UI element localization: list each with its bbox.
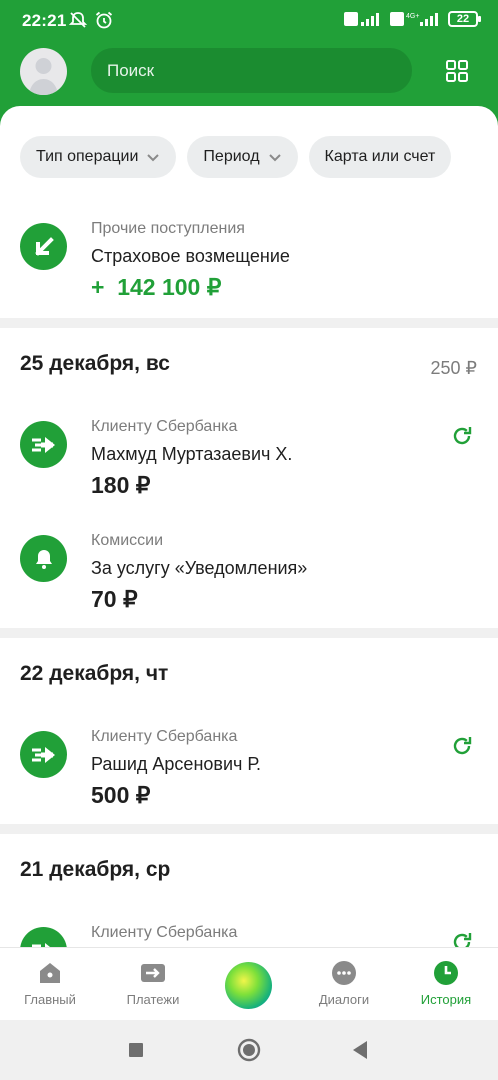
filter-chips: Тип операции Период Карта или счет [20, 136, 452, 178]
grid-menu-icon[interactable] [445, 59, 469, 83]
operation-name: Махмуд Муртазаевич Х. [91, 444, 293, 464]
battery-icon: 22 [448, 11, 481, 27]
operation-category: Клиенту Сбербанка [91, 728, 238, 745]
filter-card-or-account[interactable]: Карта или счет [308, 136, 452, 178]
home-icon [40, 963, 60, 983]
incoming-arrow-icon [20, 223, 67, 270]
operation-row-insurance[interactable]: Прочие поступления Страховое возмещение … [0, 220, 498, 310]
operation-category: Клиенту Сбербанка [91, 924, 238, 941]
repeat-icon[interactable] [450, 424, 474, 448]
search-input[interactable]: Поиск [91, 48, 412, 93]
recents-icon[interactable] [128, 1042, 144, 1058]
nav-label: Диалоги [318, 992, 370, 1007]
day-date: 25 декабря, вс [20, 352, 170, 375]
filter-label: Период [203, 148, 260, 165]
operation-category: Комиссии [91, 532, 164, 549]
operation-name: Рашид Арсенович Р. [91, 754, 261, 774]
system-navigation-bar [0, 1020, 498, 1080]
operation-row[interactable]: Клиенту Сбербанка Махмуд Муртазаевич Х. … [0, 418, 498, 508]
svg-text:4G+: 4G+ [406, 13, 419, 20]
operation-name: Страховое возмещение [91, 246, 290, 266]
filter-label: Тип операции [36, 148, 139, 165]
status-bar: 22:21 4G+ 22 [0, 0, 498, 40]
volte-signal-icon [344, 12, 379, 26]
operation-row[interactable]: Клиенту Сбербанка [0, 924, 498, 947]
operation-row[interactable]: Клиенту Сбербанка Рашид Арсенович Р. 500… [0, 728, 498, 818]
operation-category: Прочие поступления [91, 220, 245, 237]
day-group-dec22: 22 декабря, чт Клиенту Сбербанка Рашид А… [0, 638, 498, 824]
history-icon [434, 961, 458, 985]
filter-operation-type[interactable]: Тип операции [20, 136, 177, 178]
transfer-arrow-icon [20, 421, 67, 468]
nav-history[interactable]: История [401, 960, 491, 1007]
chevron-down-icon [147, 154, 160, 162]
operation-row[interactable]: Комиссии За услугу «Уведомления» 70 ₽ [0, 532, 498, 622]
repeat-icon[interactable] [450, 734, 474, 758]
day-date: 22 декабря, чт [20, 662, 169, 685]
payments-icon [141, 964, 165, 982]
home-circle-icon[interactable] [237, 1038, 261, 1062]
mute-bell-icon [68, 12, 88, 28]
nav-home[interactable]: Главный [5, 960, 95, 1007]
nav-dialogs[interactable]: Диалоги [299, 960, 389, 1007]
user-silhouette-icon [29, 58, 58, 95]
operation-amount: 500 ₽ [91, 782, 151, 808]
nav-label: Главный [24, 992, 76, 1007]
operation-amount: 180 ₽ [91, 472, 151, 498]
day-total: 250 ₽ [430, 358, 478, 378]
operation-category: Клиенту Сбербанка [91, 418, 238, 435]
back-triangle-icon[interactable] [352, 1040, 368, 1060]
profile-avatar[interactable] [20, 48, 67, 95]
operation-name: За услугу «Уведомления» [91, 558, 308, 578]
nav-label: Платежи [126, 992, 180, 1007]
operation-amount: + 142 100 ₽ [91, 274, 222, 300]
volte-4g-signal-icon: 4G+ [390, 12, 438, 26]
repeat-icon[interactable] [450, 930, 474, 947]
filter-period[interactable]: Период [187, 136, 298, 178]
dialogs-icon [332, 961, 356, 985]
transfer-arrow-icon [20, 927, 67, 947]
chevron-down-icon [268, 154, 281, 162]
filter-label: Карта или счет [324, 148, 436, 165]
status-time: 22:21 [22, 11, 67, 30]
assistant-orb-icon[interactable] [225, 962, 272, 1009]
nav-label: История [420, 992, 472, 1007]
status-right-icons: 4G+ 22 [344, 10, 481, 28]
app-screen: 22:21 4G+ 22 Поиск Тип операции Период К… [0, 0, 498, 1080]
operation-amount: 70 ₽ [91, 586, 138, 612]
alarm-icon [95, 11, 113, 29]
bell-icon [20, 535, 67, 582]
status-left-icons [68, 10, 114, 30]
day-group-dec21: 21 декабря, ср Клиенту Сбербанка [0, 834, 498, 947]
day-group-dec25: 25 декабря, вс 250 ₽ Клиенту Сбербанка М… [0, 328, 498, 628]
nav-payments[interactable]: Платежи [108, 960, 198, 1007]
transfer-arrow-icon [20, 731, 67, 778]
day-date: 21 декабря, ср [20, 858, 171, 881]
